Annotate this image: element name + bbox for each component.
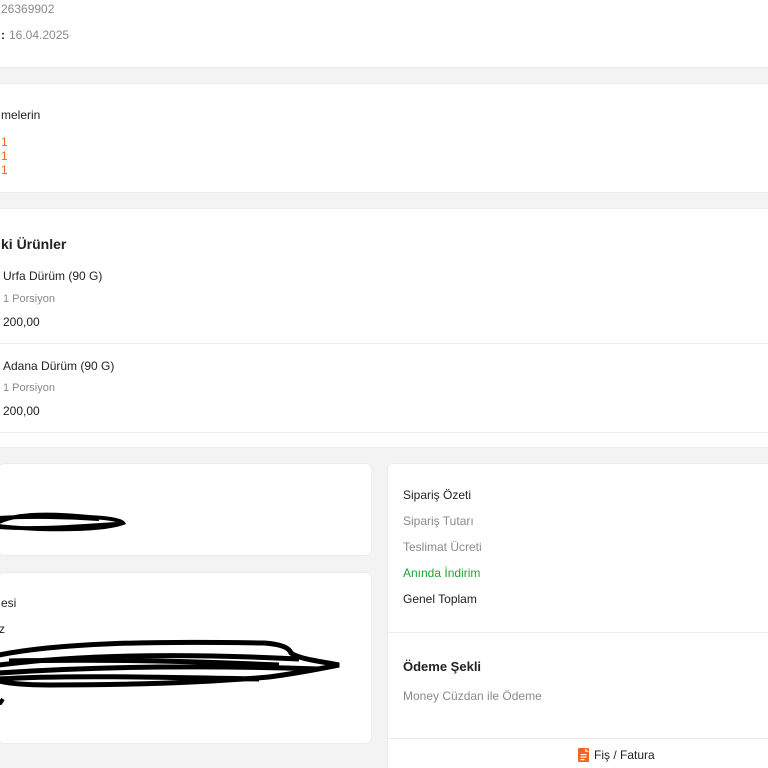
instant-discount-label: Anında İndirim: [403, 566, 481, 580]
product-price: 200,00: [3, 404, 40, 418]
address-card: esi z: [0, 572, 372, 744]
products-card: ki Ürünler Urfa Dürüm (90 G) 1 Porsiyon …: [0, 208, 768, 448]
delivery-fee-label: Teslimat Ücreti: [403, 540, 482, 554]
payment-card: Ödeme Şekli Money Cüzdan ile Ödeme: [387, 632, 768, 739]
address-line: z: [0, 622, 5, 636]
notes-title: melerin: [1, 108, 41, 122]
redaction-scribble: [0, 512, 127, 532]
order-date-value: 16.04.2025: [9, 28, 70, 42]
order-summary-title: Sipariş Özeti: [403, 488, 472, 502]
divider: [0, 343, 768, 344]
order-number: 26369902: [1, 2, 55, 16]
product-name: Adana Dürüm (90 G): [3, 359, 115, 373]
redaction-scribble: [0, 639, 340, 705]
payment-title: Ödeme Şekli: [403, 659, 482, 674]
note-line: 1: [1, 163, 8, 177]
customer-card: [0, 463, 372, 556]
grand-total-label: Genel Toplam: [403, 592, 477, 606]
receipt-label: Fiş / Fatura: [594, 748, 655, 762]
product-quantity: 1 Porsiyon: [3, 293, 55, 305]
order-summary-card: Sipariş Özeti Sipariş Tutarı Teslimat Üc…: [387, 463, 768, 633]
order-info-card: 26369902 : 16.04.2025: [0, 0, 768, 68]
notes-card: melerin 1 1 1: [0, 83, 768, 193]
products-title: ki Ürünler: [1, 236, 67, 252]
order-amount-label: Sipariş Tutarı: [403, 514, 474, 528]
address-title: esi: [1, 596, 17, 610]
product-name: Urfa Dürüm (90 G): [3, 269, 103, 283]
document-icon: [578, 748, 589, 762]
note-line: 1: [1, 135, 8, 149]
order-date-label: :: [1, 28, 5, 42]
divider: [0, 432, 768, 433]
product-price: 200,00: [3, 315, 40, 329]
note-line: 1: [1, 149, 8, 163]
product-quantity: 1 Porsiyon: [3, 382, 55, 394]
payment-method: Money Cüzdan ile Ödeme: [403, 689, 542, 703]
receipt-button[interactable]: Fiş / Fatura: [387, 738, 768, 768]
